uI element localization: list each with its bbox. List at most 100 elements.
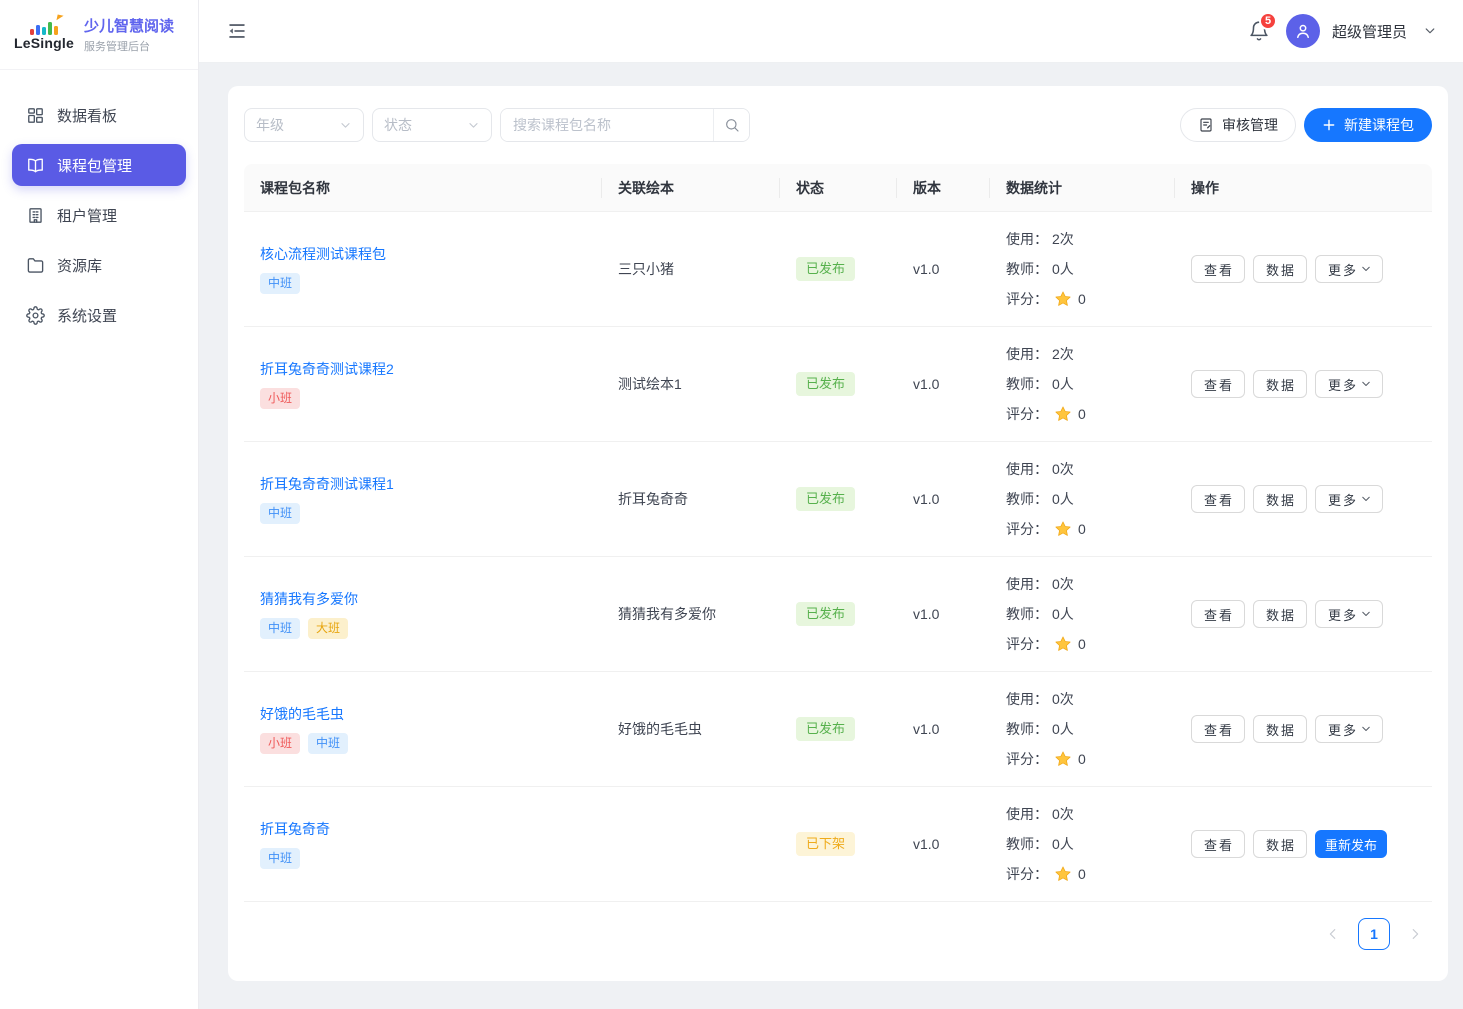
status-cell: 已发布 <box>780 212 897 326</box>
user-icon <box>1294 22 1312 40</box>
sidebar-item-label: 租户管理 <box>57 205 117 226</box>
view-button[interactable]: 查看 <box>1191 830 1245 858</box>
data-button[interactable]: 数据 <box>1253 255 1307 283</box>
star-icon <box>1054 635 1072 653</box>
status-cell: 已发布 <box>780 557 897 671</box>
sidebar-item-0[interactable]: 数据看板 <box>12 94 186 136</box>
col-actions: 操作 <box>1175 164 1432 211</box>
rating-stat: 评分：0 <box>1006 629 1086 659</box>
status-badge: 已发布 <box>796 717 855 741</box>
package-name-cell: 好饿的毛毛虫小班中班 <box>244 672 602 786</box>
data-button[interactable]: 数据 <box>1253 715 1307 743</box>
view-button[interactable]: 查看 <box>1191 255 1245 283</box>
grade-tag: 中班 <box>260 848 300 869</box>
data-button[interactable]: 数据 <box>1253 485 1307 513</box>
notification-bell[interactable]: 5 <box>1248 20 1270 42</box>
sidebar-item-3[interactable]: 资源库 <box>12 244 186 286</box>
user-name: 超级管理员 <box>1332 21 1407 42</box>
pagination-page-1[interactable]: 1 <box>1358 918 1390 950</box>
brand-logo: LeSingle 少儿智慧阅读 服务管理后台 <box>0 0 198 70</box>
rating-stat: 评分：0 <box>1006 859 1086 889</box>
package-name-cell: 折耳兔奇奇测试课程1 中班 <box>244 442 602 556</box>
data-button[interactable]: 数据 <box>1253 830 1307 858</box>
status-cell: 已下架 <box>780 787 897 901</box>
usage-stat: 使用：0次 <box>1006 569 1074 599</box>
status-badge: 已发布 <box>796 372 855 396</box>
package-name-link[interactable]: 猜猜我有多爱你 <box>260 589 358 609</box>
sidebar-item-2[interactable]: 租户管理 <box>12 194 186 236</box>
chevron-down-icon <box>339 119 352 132</box>
lesingle-logo-icon: LeSingle <box>14 19 74 51</box>
chevron-down-icon <box>1360 723 1372 735</box>
grade-tags: 中班大班 <box>260 618 348 639</box>
linked-book-cell: 测试绘本1 <box>602 327 780 441</box>
sidebar-item-1[interactable]: 课程包管理 <box>12 144 186 186</box>
grade-tag: 小班 <box>260 733 300 754</box>
view-button[interactable]: 查看 <box>1191 715 1245 743</box>
version-cell: v1.0 <box>897 442 990 556</box>
more-button[interactable]: 更多 <box>1315 715 1383 743</box>
folder-icon <box>26 256 45 275</box>
more-button[interactable]: 更多 <box>1315 370 1383 398</box>
status-select-placeholder: 状态 <box>384 115 412 135</box>
package-name-link[interactable]: 折耳兔奇奇 <box>260 819 330 839</box>
pagination-prev-icon[interactable] <box>1326 927 1340 941</box>
table-header: 课程包名称 关联绘本 状态 版本 数据统计 操作 <box>244 164 1432 212</box>
pagination-next-icon[interactable] <box>1408 927 1422 941</box>
stats-cell: 使用：0次教师：0人评分：0 <box>990 442 1175 556</box>
package-name-link[interactable]: 折耳兔奇奇测试课程2 <box>260 359 394 379</box>
rating-stat: 评分：0 <box>1006 744 1086 774</box>
review-manage-label: 审核管理 <box>1222 115 1278 135</box>
package-name-link[interactable]: 好饿的毛毛虫 <box>260 704 344 724</box>
search-box <box>500 108 750 142</box>
review-manage-button[interactable]: 审核管理 <box>1180 108 1296 142</box>
table-row: 折耳兔奇奇测试课程1中班折耳兔奇奇已发布v1.0使用：0次教师：0人评分：0查看… <box>244 442 1432 557</box>
sidebar-collapse-icon[interactable] <box>226 20 248 42</box>
filter-bar: 年级 状态 审核管理 新建课程包 <box>244 108 1432 142</box>
status-badge: 已发布 <box>796 487 855 511</box>
grade-tag: 大班 <box>308 618 348 639</box>
teacher-stat: 教师：0人 <box>1006 599 1074 629</box>
version-cell: v1.0 <box>897 557 990 671</box>
package-name-link[interactable]: 核心流程测试课程包 <box>260 244 386 264</box>
usage-stat: 使用：2次 <box>1006 339 1074 369</box>
avatar[interactable] <box>1286 14 1320 48</box>
more-button[interactable]: 更多 <box>1315 600 1383 628</box>
view-button[interactable]: 查看 <box>1191 485 1245 513</box>
grade-select[interactable]: 年级 <box>244 108 364 142</box>
usage-stat: 使用：2次 <box>1006 224 1074 254</box>
search-button[interactable] <box>713 109 749 141</box>
status-badge: 已发布 <box>796 602 855 626</box>
sidebar-item-4[interactable]: 系统设置 <box>12 294 186 336</box>
sidebar: LeSingle 少儿智慧阅读 服务管理后台 数据看板课程包管理租户管理资源库系… <box>0 0 199 1009</box>
status-cell: 已发布 <box>780 327 897 441</box>
topbar: 5 超级管理员 <box>199 0 1463 63</box>
grade-tags: 小班 <box>260 388 300 409</box>
sidebar-menu: 数据看板课程包管理租户管理资源库系统设置 <box>0 70 198 336</box>
version-cell: v1.0 <box>897 327 990 441</box>
data-button[interactable]: 数据 <box>1253 600 1307 628</box>
view-button[interactable]: 查看 <box>1191 370 1245 398</box>
table-row: 好饿的毛毛虫小班中班好饿的毛毛虫已发布v1.0使用：0次教师：0人评分：0查看数… <box>244 672 1432 787</box>
status-badge: 已发布 <box>796 257 855 281</box>
status-select[interactable]: 状态 <box>372 108 492 142</box>
create-package-button[interactable]: 新建课程包 <box>1304 108 1432 142</box>
chevron-down-icon <box>1360 378 1372 390</box>
more-button[interactable]: 更多 <box>1315 255 1383 283</box>
data-button[interactable]: 数据 <box>1253 370 1307 398</box>
view-button[interactable]: 查看 <box>1191 600 1245 628</box>
more-button[interactable]: 更多 <box>1315 485 1383 513</box>
pagination: 1 <box>244 902 1432 966</box>
status-cell: 已发布 <box>780 442 897 556</box>
search-input[interactable] <box>501 109 713 141</box>
grade-tags: 中班 <box>260 503 300 524</box>
brand-title: 少儿智慧阅读 <box>84 15 174 36</box>
teacher-stat: 教师：0人 <box>1006 369 1074 399</box>
sidebar-item-label: 课程包管理 <box>57 155 132 176</box>
package-name-cell: 折耳兔奇奇中班 <box>244 787 602 901</box>
package-name-link[interactable]: 折耳兔奇奇测试课程1 <box>260 474 394 494</box>
republish-button[interactable]: 重新发布 <box>1315 830 1387 858</box>
user-menu-chevron-down-icon[interactable] <box>1423 24 1437 38</box>
actions-cell: 查看数据更多 <box>1175 327 1432 441</box>
usage-stat: 使用：0次 <box>1006 799 1074 829</box>
